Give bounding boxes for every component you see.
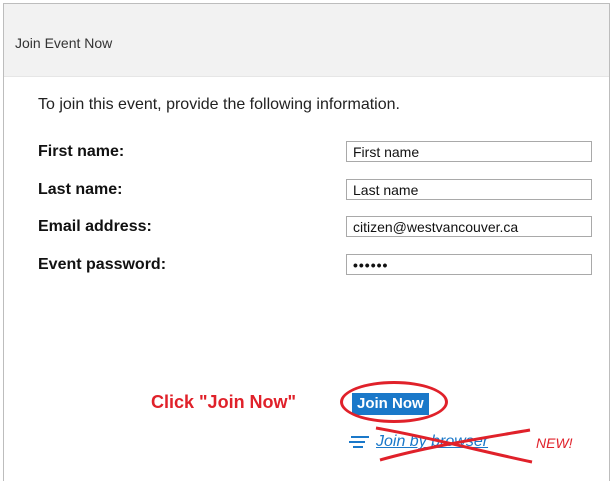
first-name-label: First name: bbox=[38, 143, 125, 160]
list-icon bbox=[349, 436, 369, 448]
join-event-panel: Join Event Now To join this event, provi… bbox=[3, 3, 610, 481]
join-now-button[interactable]: Join Now bbox=[352, 393, 429, 415]
new-badge: NEW! bbox=[536, 435, 573, 451]
last-name-field[interactable] bbox=[346, 179, 592, 200]
join-by-browser-label: Join by browser bbox=[376, 433, 489, 450]
first-name-field[interactable] bbox=[346, 141, 592, 162]
click-join-annotation: Click "Join Now" bbox=[151, 392, 297, 412]
join-by-browser-link[interactable]: Join by browser bbox=[348, 433, 488, 451]
last-name-label: Last name: bbox=[38, 181, 123, 198]
event-password-field[interactable] bbox=[346, 254, 592, 275]
event-password-label: Event password: bbox=[38, 256, 167, 273]
panel-header: Join Event Now bbox=[4, 4, 609, 77]
panel-title: Join Event Now bbox=[15, 35, 113, 51]
email-field[interactable] bbox=[346, 216, 592, 237]
email-label: Email address: bbox=[38, 218, 152, 235]
form-intro: To join this event, provide the followin… bbox=[38, 96, 400, 113]
